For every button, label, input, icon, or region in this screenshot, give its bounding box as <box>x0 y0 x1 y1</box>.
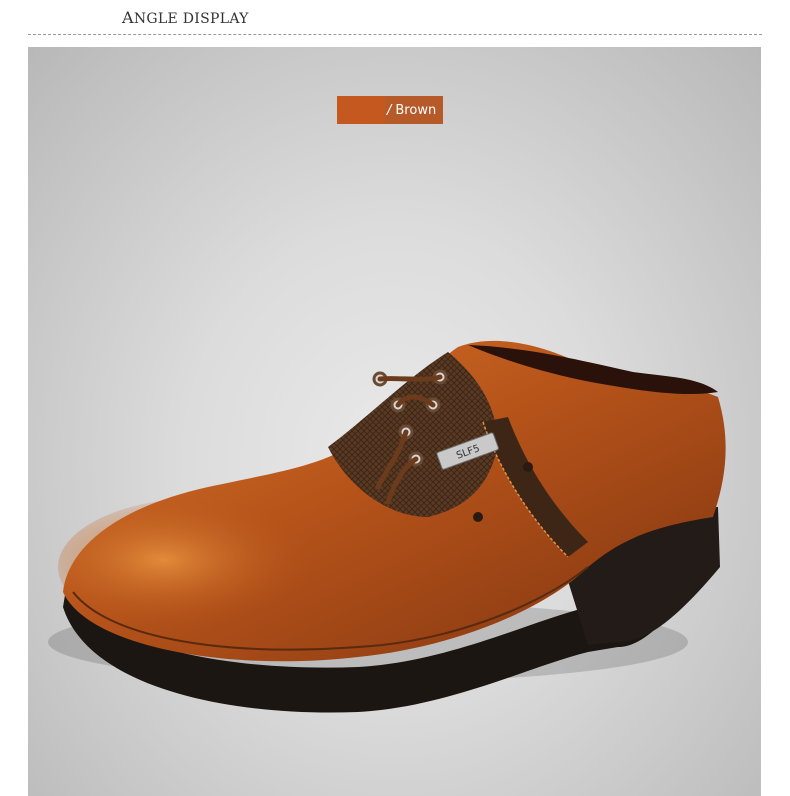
rivet <box>473 512 483 522</box>
page-title: ANGLE DISPLAY <box>122 8 249 27</box>
header-divider <box>28 34 762 35</box>
page-title-initial: A <box>122 8 134 27</box>
shoe-image: SLF5 <box>48 340 726 713</box>
page-title-rest: NGLE DISPLAY <box>133 11 249 27</box>
rivet <box>523 462 533 472</box>
product-photo: / Brown SLF5 <box>28 47 761 796</box>
